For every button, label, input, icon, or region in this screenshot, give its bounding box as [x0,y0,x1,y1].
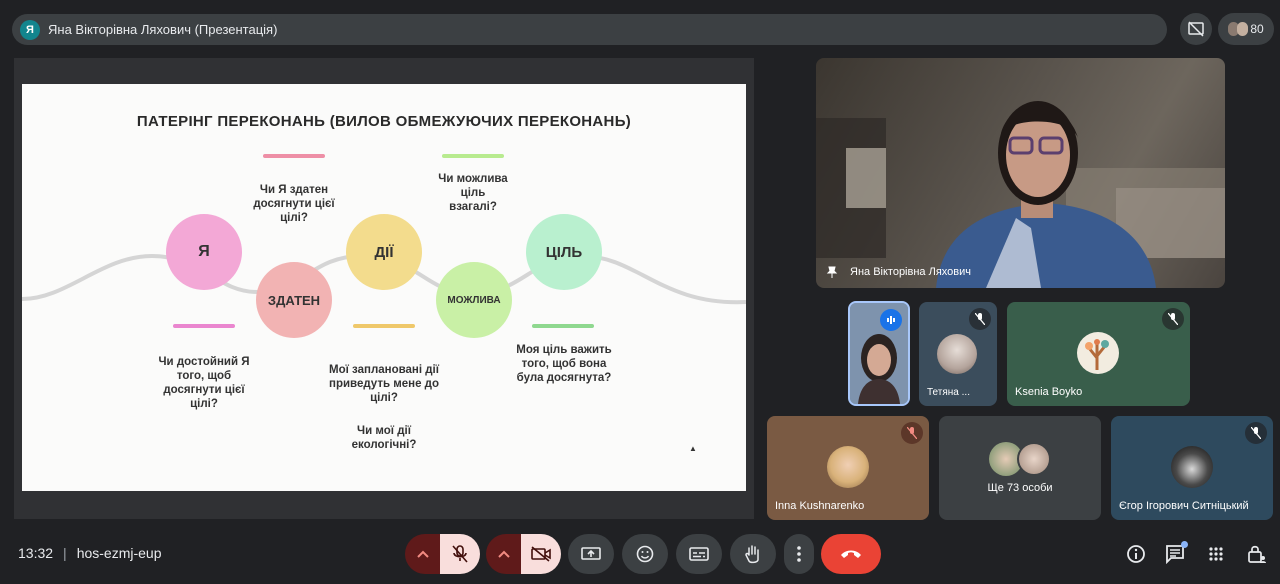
presentation-title: Яна Вікторівна Ляхович (Презентація) [48,22,278,37]
camera-off-icon [531,546,551,562]
captions-icon [689,547,709,561]
main-speaker-name: Яна Вікторівна Ляхович [850,266,971,278]
meeting-code: hos-ezmj-eup [76,545,162,561]
more-options-button[interactable] [784,534,814,574]
apps-grid-icon [1209,547,1223,561]
speaking-indicator-icon [880,309,902,331]
chevron-up-icon [417,550,429,558]
tetiana-name: Тетяна ... [927,387,970,398]
emoji-icon [636,545,654,563]
more-vert-icon [797,546,801,562]
inna-mic-off-icon [901,422,923,444]
chevron-up-icon [498,550,510,558]
text-mozhlyva-question: Чи можлива ціль взагалі? [438,173,508,213]
participant-count: 80 [1250,22,1264,36]
bubble-dii: ДІЇ [346,214,422,290]
host-controls-button[interactable] [1246,543,1268,565]
pin-icon [826,266,838,278]
mic-off-icon [452,545,468,563]
tetiana-mic-off-icon [969,308,991,330]
text-zdaten-question: Чи Я здатен досягнути цієї цілі? [253,184,335,224]
reactions-button[interactable] [622,534,668,574]
bubble-ya: Я [166,214,242,290]
text-dii-question: Мої заплановані дії приведуть мене до ці… [329,364,439,404]
tetiana-avatar [937,334,977,374]
camera-toggle-button[interactable] [521,534,561,574]
participant-tile-ksenia[interactable]: Ksenia Boyko [1007,302,1190,406]
text-dostoinyi-question: Чи достойний Я того, щоб досягнути цієї … [158,356,250,410]
bubble-zdaten: ЗДАТЕН [256,262,332,338]
audio-options-button[interactable] [405,534,441,574]
slide-title: ПАТЕРІНГ ПЕРЕКОНАНЬ (ВИЛОВ ОБМЕЖУЮЧИХ ПЕ… [136,113,632,130]
video-options-button[interactable] [486,534,522,574]
lock-person-icon [1248,545,1266,563]
participant-avatars-icon [1228,22,1249,36]
chat-notification-dot [1181,541,1188,548]
call-end-icon [841,550,861,558]
text-ekolog-question: Чи мої дії екологічні? [351,425,417,451]
self-view-tile[interactable] [848,301,910,406]
separator: | [63,545,67,561]
chat-button[interactable] [1164,541,1188,565]
bar-pink-bottom [173,324,235,328]
presentation-off-icon [1188,21,1204,37]
ksenia-mic-off-icon [1162,308,1184,330]
yehor-name: Єгор Ігорович Ситніцький [1119,500,1249,512]
raise-hand-button[interactable] [730,534,776,574]
hide-presentation-button[interactable] [1180,13,1212,45]
microphone-toggle-button[interactable] [440,534,480,574]
slide: ПАТЕРІНГ ПЕРЕКОНАНЬ (ВИЛОВ ОБМЕЖУЮЧИХ ПЕ… [22,84,746,491]
leave-call-button[interactable] [821,534,881,574]
captions-button[interactable] [676,534,722,574]
bar-green-top [442,154,504,158]
presentation-area: ПАТЕРІНГ ПЕРЕКОНАНЬ (ВИЛОВ ОБМЕЖУЮЧИХ ПЕ… [14,58,754,519]
mouse-cursor-icon: ▲ [689,444,697,453]
bubble-mozhlyva: МОЖЛИВА [436,262,512,338]
inna-avatar [827,446,869,488]
bubble-tsil: ЦІЛЬ [526,214,602,290]
participant-tile-inna[interactable]: Inna Kushnarenko [767,416,929,520]
presenter-avatar: Я [20,19,40,40]
ksenia-avatar [1077,332,1119,374]
activities-button[interactable] [1205,543,1227,565]
inna-name: Inna Kushnarenko [775,500,865,512]
main-speaker-tile[interactable]: Яна Вікторівна Ляхович [816,58,1225,288]
more-participants-label: Ще 73 особи [987,482,1053,494]
participant-tile-yehor[interactable]: Єгор Ігорович Ситніцький [1111,416,1273,520]
bar-green-bottom [532,324,594,328]
info-icon [1127,545,1145,563]
bar-yellow-bottom [353,324,415,328]
present-screen-icon [581,547,601,560]
hand-icon [745,545,759,564]
more-avatar-2 [1017,442,1051,476]
presentation-title-bar[interactable]: Я Яна Вікторівна Ляхович (Презентація) [12,14,1167,45]
meeting-info: 13:32 | hos-ezmj-eup [18,545,162,561]
present-screen-button[interactable] [568,534,614,574]
yehor-avatar [1171,446,1213,488]
tree-icon [1085,339,1109,370]
speaker-video [816,101,1225,288]
meeting-time: 13:32 [18,545,54,561]
text-vazhyt-question: Моя ціль важить того, щоб вона була дося… [516,344,612,384]
participants-button[interactable]: 80 [1218,13,1274,45]
ksenia-name: Ksenia Boyko [1015,386,1083,398]
participant-tile-tetiana[interactable]: Тетяна ... [919,302,997,406]
more-participants-tile[interactable]: Ще 73 особи [939,416,1101,520]
yehor-mic-off-icon [1245,422,1267,444]
meeting-details-button[interactable] [1125,543,1147,565]
bar-pink-top [263,154,325,158]
